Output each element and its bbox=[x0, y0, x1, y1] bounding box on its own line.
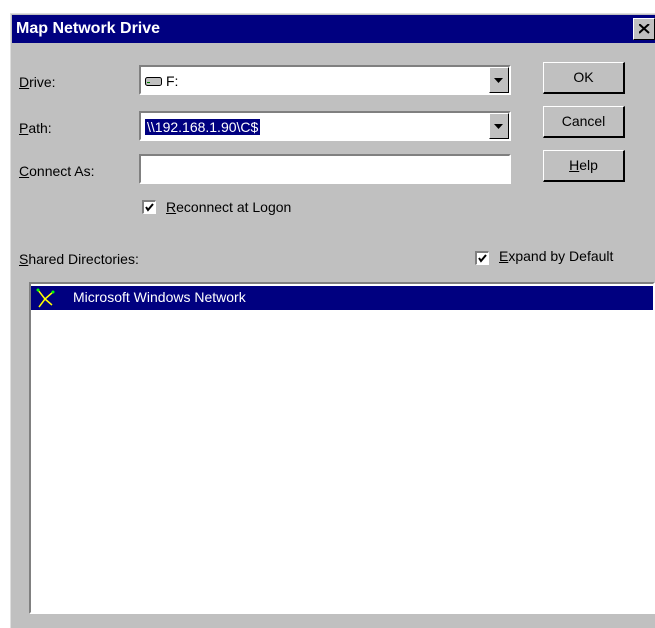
path-value-area: \\192.168.1.90\C$ bbox=[145, 117, 261, 137]
expand-by-default-mnemonic: E bbox=[499, 248, 509, 264]
map-network-drive-dialog: Map Network Drive Drive: F: Path: \\192.… bbox=[10, 13, 655, 628]
reconnect-checkbox[interactable] bbox=[142, 200, 156, 214]
expand-by-default-label[interactable]: Expand by Default bbox=[499, 248, 613, 264]
connect-as-label-rest: onnect As: bbox=[29, 163, 95, 179]
path-label: Path: bbox=[19, 120, 52, 136]
reconnect-label-mnemonic: R bbox=[166, 199, 177, 215]
close-button[interactable] bbox=[633, 18, 655, 40]
drive-label: Drive: bbox=[19, 74, 56, 90]
expand-by-default-rest: xpand by Default bbox=[508, 248, 614, 264]
chevron-down-icon bbox=[494, 78, 503, 83]
path-label-mnemonic: P bbox=[19, 120, 29, 136]
title-bar[interactable]: Map Network Drive bbox=[12, 15, 655, 43]
drive-icon bbox=[145, 77, 162, 86]
checkmark-icon bbox=[145, 203, 154, 212]
help-button-rest: elp bbox=[579, 157, 598, 173]
list-item-label: Microsoft Windows Network bbox=[73, 289, 246, 305]
connect-as-label-mnemonic: C bbox=[19, 163, 30, 179]
shared-directories-rest: hared Directories: bbox=[28, 251, 139, 267]
path-combobox[interactable]: \\192.168.1.90\C$ bbox=[139, 111, 511, 141]
list-item[interactable]: Microsoft Windows Network bbox=[31, 286, 653, 310]
drive-select[interactable]: F: bbox=[139, 65, 511, 95]
shared-directories-mnemonic: S bbox=[19, 251, 29, 267]
path-dropdown-button[interactable] bbox=[489, 113, 509, 139]
drive-value: F: bbox=[166, 73, 179, 89]
ok-button[interactable]: OK bbox=[543, 62, 625, 94]
window-title: Map Network Drive bbox=[16, 20, 161, 37]
reconnect-label[interactable]: Reconnect at Logon bbox=[166, 199, 291, 215]
reconnect-label-rest: econnect at Logon bbox=[176, 199, 292, 215]
path-label-rest: ath: bbox=[28, 120, 52, 136]
connect-as-input[interactable] bbox=[139, 154, 511, 184]
connect-as-label: Connect As: bbox=[19, 163, 95, 179]
drive-label-rest: rive: bbox=[29, 74, 56, 90]
shared-directories-list[interactable]: Microsoft Windows Network bbox=[29, 282, 655, 614]
help-button[interactable]: Help bbox=[543, 150, 625, 182]
shared-directories-label: Shared Directories: bbox=[19, 251, 139, 267]
help-button-mnemonic: H bbox=[569, 157, 580, 173]
drive-label-mnemonic: D bbox=[19, 74, 30, 90]
close-icon bbox=[639, 24, 650, 34]
path-value: \\192.168.1.90\C$ bbox=[145, 119, 261, 135]
network-icon bbox=[36, 288, 55, 308]
drive-value-area: F: bbox=[145, 71, 178, 91]
checkmark-icon bbox=[478, 254, 487, 263]
chevron-down-icon bbox=[494, 124, 503, 129]
drive-dropdown-button[interactable] bbox=[489, 67, 509, 93]
cancel-button[interactable]: Cancel bbox=[543, 106, 625, 138]
expand-by-default-checkbox[interactable] bbox=[475, 251, 489, 265]
